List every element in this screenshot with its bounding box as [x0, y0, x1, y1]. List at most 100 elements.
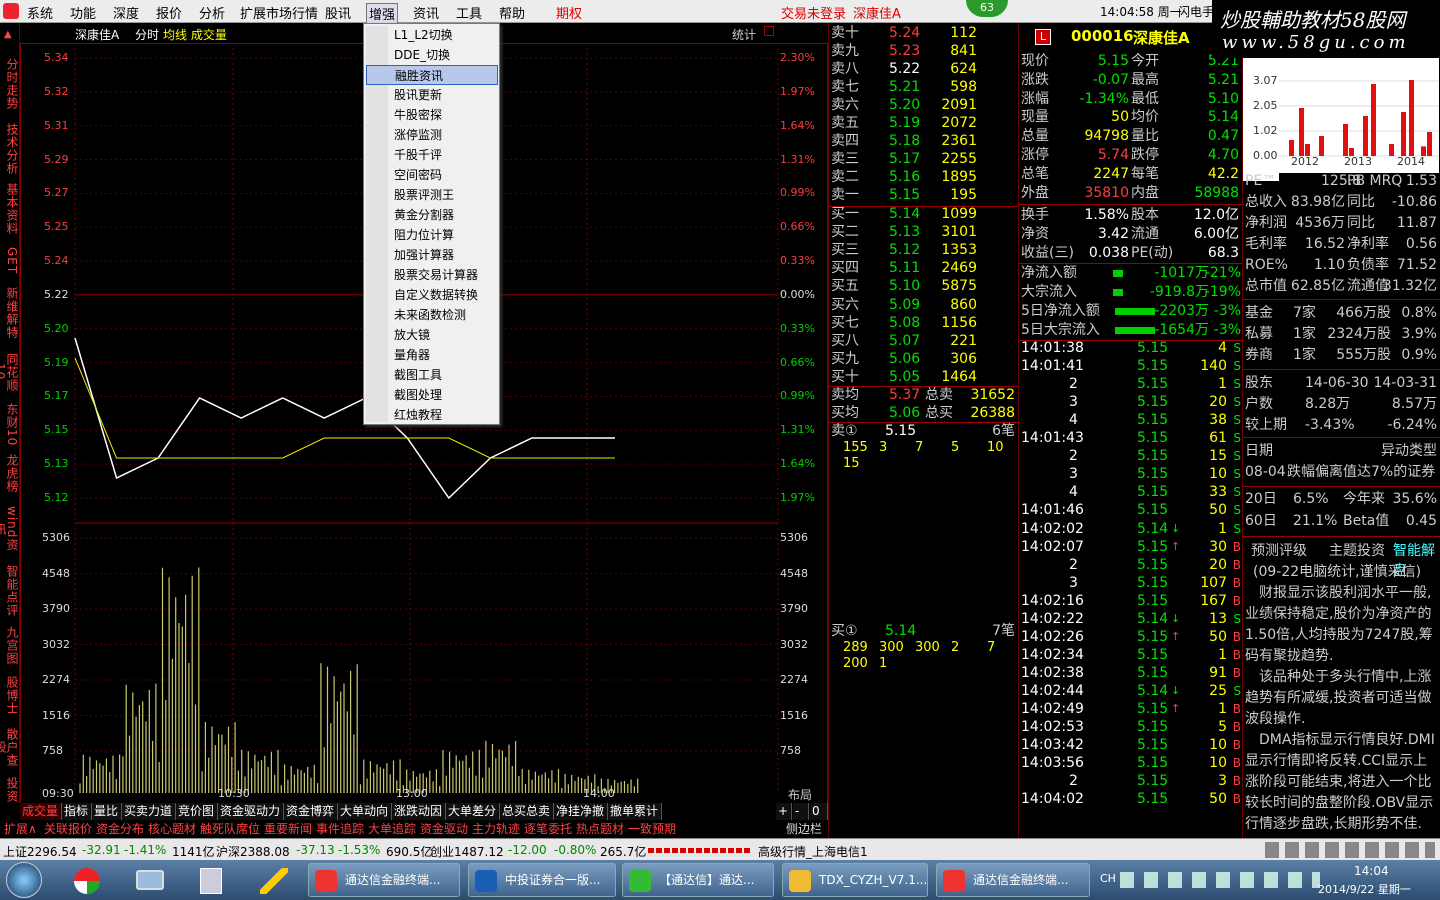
dropdown-item-6[interactable]: 千股千评: [366, 145, 498, 165]
dropdown-item-4[interactable]: 牛股密探: [366, 105, 498, 125]
dropdown-item-14[interactable]: 未来函数检测: [366, 305, 498, 325]
left-tab-2[interactable]: 基本资料: [1, 181, 19, 237]
indicator-tab-8[interactable]: 涨跌动因: [392, 803, 446, 820]
menu-news[interactable]: 资讯: [413, 3, 439, 22]
order-row[interactable]: 卖四 5.18 2361: [829, 132, 1019, 150]
start-button[interactable]: [6, 862, 42, 898]
dropdown-item-8[interactable]: 股票评测王: [366, 185, 498, 205]
quicklaunch-calc-icon[interactable]: [200, 868, 222, 894]
tray-date[interactable]: 2014/9/22 星期一: [1318, 881, 1411, 897]
order-row[interactable]: 卖七 5.21 598: [829, 78, 1019, 96]
indicator-tab-10[interactable]: 总买总卖: [500, 803, 554, 820]
ext-tab-4[interactable]: 触死队席位: [198, 821, 262, 837]
dropdown-item-12[interactable]: 股票交易计算器: [366, 265, 498, 285]
dropdown-item-5[interactable]: 涨停监测: [366, 125, 498, 145]
dropdown-item-1[interactable]: DDE_切换: [366, 45, 498, 65]
ime-indicator[interactable]: CH: [1100, 872, 1116, 885]
order-row[interactable]: 买十 5.05 1464: [829, 368, 1019, 386]
order-row[interactable]: 买四 5.11 2469: [829, 259, 1019, 277]
server-label[interactable]: 高级行情_上海电信1: [758, 843, 868, 860]
menu-function[interactable]: 功能: [70, 3, 96, 22]
cy-index[interactable]: 创业1487.12: [430, 843, 504, 860]
menu-system[interactable]: 系统: [27, 3, 53, 22]
order-row[interactable]: 买八 5.07 221: [829, 332, 1019, 350]
status-tool-icons[interactable]: [1265, 842, 1435, 858]
order-row[interactable]: 买一 5.14 1099: [829, 205, 1019, 223]
menu-options[interactable]: 期权: [556, 3, 582, 22]
dropdown-item-3[interactable]: 股讯更新: [366, 85, 498, 105]
order-row[interactable]: 买三 5.12 1353: [829, 241, 1019, 259]
left-tab-6[interactable]: 东财10: [1, 403, 19, 447]
indicator-tab-5[interactable]: 资金驱动力: [218, 803, 284, 820]
zero-button[interactable]: 0: [810, 803, 828, 820]
order-row[interactable]: 卖八 5.22 624: [829, 60, 1019, 78]
queue-header[interactable]: 卖① 5.15 6笔 155 3 7 5 10 15: [829, 422, 1019, 471]
comment-tab-1[interactable]: 主题投资: [1329, 540, 1385, 560]
ext-tab-9[interactable]: 主力轨迹: [470, 821, 522, 837]
order-row[interactable]: 卖五 5.19 2072: [829, 114, 1019, 132]
indicator-tab-11[interactable]: 净挂净撤: [554, 803, 608, 820]
indicator-tab-12[interactable]: 撤单累计: [608, 803, 662, 820]
ext-tab-2[interactable]: 资金分布: [94, 821, 146, 837]
left-tab-5[interactable]: 同花顺10: [0, 345, 19, 399]
order-row[interactable]: 买六 5.09 860: [829, 296, 1019, 314]
dropdown-item-0[interactable]: L1_L2切换: [366, 25, 498, 45]
menu-ext-market[interactable]: 扩展市场行情: [240, 3, 318, 22]
layout-button[interactable]: 布局: [788, 786, 812, 803]
indicator-tab-6[interactable]: 资金博弈: [284, 803, 338, 820]
ext-tab-8[interactable]: 资金驱动: [418, 821, 470, 837]
order-row[interactable]: 卖六 5.20 2091: [829, 96, 1019, 114]
dropdown-item-9[interactable]: 黄金分割器: [366, 205, 498, 225]
scroll-left-icon[interactable]: +: [776, 803, 792, 820]
taskbar-item-1[interactable]: 中投证券合一版...: [468, 863, 616, 897]
hs-index[interactable]: 沪深2388.08: [216, 843, 290, 860]
ext-tab-12[interactable]: 一致预期: [626, 821, 678, 837]
dropdown-item-17[interactable]: 截图工具: [366, 365, 498, 385]
ext-tab-1[interactable]: 关联报价: [42, 821, 94, 837]
event-row[interactable]: 08-04 跌幅偏离值达7%的证券: [1243, 462, 1440, 482]
left-tab-11[interactable]: 股博士: [1, 671, 19, 719]
dropdown-item-11[interactable]: 加强计算器: [366, 245, 498, 265]
tray-time[interactable]: 14:04: [1354, 864, 1389, 878]
ext-tab-3[interactable]: 核心题材: [146, 821, 198, 837]
dropdown-item-16[interactable]: 量角器: [366, 345, 498, 365]
menu-tools[interactable]: 工具: [456, 3, 482, 22]
flash-trade[interactable]: 闪电手: [1178, 3, 1214, 20]
ext-tab-5[interactable]: 重要新闻: [262, 821, 314, 837]
comment-tab-0[interactable]: 预测评级: [1251, 540, 1307, 560]
taskbar-item-2[interactable]: 【通达信】通达...: [622, 863, 774, 897]
menu-enhance[interactable]: 增强: [366, 3, 399, 24]
dropdown-item-15[interactable]: 放大镜: [366, 325, 498, 345]
queue-header[interactable]: 买① 5.14 7笔 289 300 300 2 7 200 1: [829, 622, 1019, 671]
menu-quote[interactable]: 报价: [156, 3, 182, 22]
scroll-right-icon[interactable]: -: [793, 803, 809, 820]
taskbar-item-4[interactable]: 通达信金融终端...: [936, 863, 1090, 897]
dropdown-item-18[interactable]: 截图处理: [366, 385, 498, 405]
order-row[interactable]: 卖九 5.23 841: [829, 42, 1019, 60]
quicklaunch-desktop-icon[interactable]: [136, 870, 164, 890]
left-tab-1[interactable]: 技术分析: [1, 121, 19, 177]
ext-tab-7[interactable]: 大单追踪: [366, 821, 418, 837]
ext-tab-0[interactable]: 扩展∧: [2, 821, 39, 837]
left-tab-9[interactable]: 智能点评: [1, 563, 19, 619]
collapse-arrow-icon[interactable]: ▲: [4, 29, 12, 40]
menu-guxun[interactable]: 股讯: [325, 3, 351, 22]
indicator-tab-3[interactable]: 买卖力道: [122, 803, 176, 820]
taskbar-item-3[interactable]: TDX_CYZH_V7.1...: [782, 863, 928, 897]
sh-index[interactable]: 上证2296.54: [3, 843, 77, 860]
menu-help[interactable]: 帮助: [499, 3, 525, 22]
order-row[interactable]: 买二 5.13 3101: [829, 223, 1019, 241]
ext-tab-6[interactable]: 事件追踪: [314, 821, 366, 837]
order-row[interactable]: 买七 5.08 1156: [829, 314, 1019, 332]
menu-depth[interactable]: 深度: [113, 3, 139, 22]
ext-tab-11[interactable]: 热点题材: [574, 821, 626, 837]
order-row[interactable]: 卖一 5.15 195: [829, 186, 1019, 204]
menu-analysis[interactable]: 分析: [199, 3, 225, 22]
login-status[interactable]: 交易未登录: [781, 3, 846, 22]
dropdown-item-10[interactable]: 阻力位计算: [366, 225, 498, 245]
indicator-tab-0[interactable]: 成交量: [20, 803, 62, 820]
left-tab-7[interactable]: 龙虎榜: [1, 451, 19, 495]
left-tab-8[interactable]: wind资讯: [0, 501, 19, 557]
taskbar-item-0[interactable]: 通达信金融终端...: [308, 863, 460, 897]
quicklaunch-tool-icon[interactable]: [260, 868, 288, 894]
